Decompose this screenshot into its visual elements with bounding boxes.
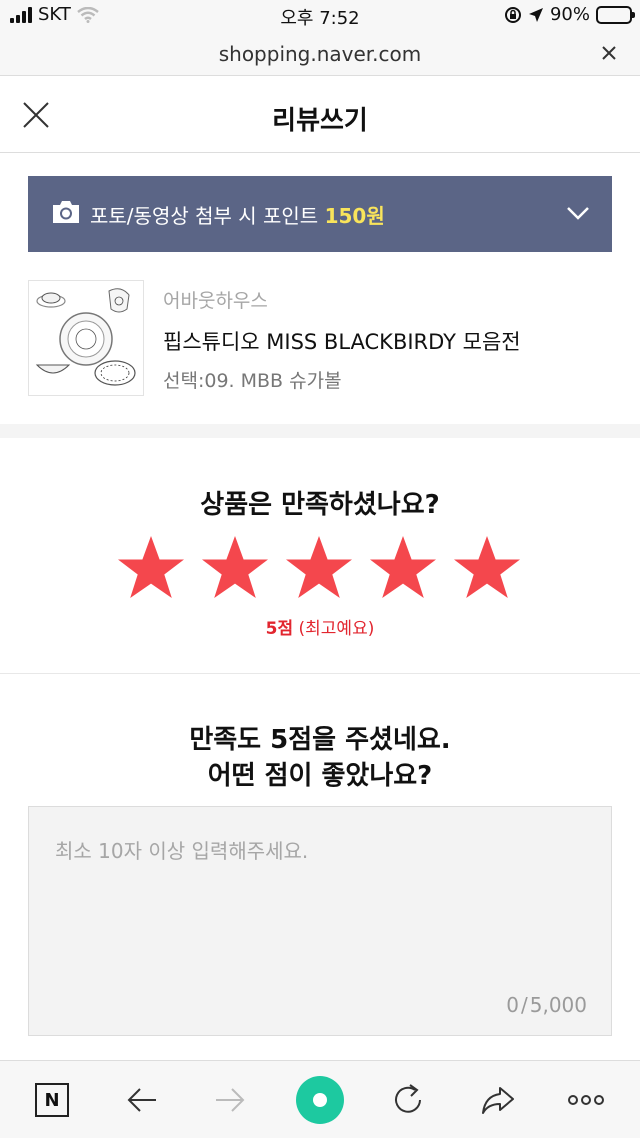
review-placeholder: 최소 10자 이상 입력해주세요. [55,839,309,863]
section-gap [0,424,640,438]
score-value: 5점 [265,619,294,639]
share-icon[interactable] [478,1080,518,1120]
page-header: 리뷰쓰기 [0,77,640,153]
rating-score: 5점 (최고예요) [0,614,640,639]
green-dot-button[interactable] [296,1076,344,1124]
char-count-current: 0 [506,993,519,1017]
divider [0,673,640,674]
banner-text: 포토/동영상 첨부 시 포인트 150원 [90,200,385,229]
product-brand: 어바웃하우스 [163,290,268,312]
star-icon-4[interactable] [368,534,438,604]
product-option: 선택:09. MBB 슈가볼 [163,370,342,392]
star-icon-2[interactable] [200,534,270,604]
review-question-line2: 어떤 점이 좋았나요? [207,761,433,791]
review-question-line1: 만족도 5점을 주셨네요. [189,725,451,755]
page-title: 리뷰쓰기 [272,106,368,136]
close-browser-icon[interactable] [598,42,620,64]
camera-icon [53,201,79,223]
banner-label: 포토/동영상 첨부 시 포인트 [90,204,319,228]
refresh-icon[interactable] [388,1080,428,1120]
rating-question: 상품은 만족하셨나요? [200,490,440,520]
star-icon-3[interactable] [284,534,354,604]
chevron-down-icon[interactable] [566,204,590,222]
review-question: 만족도 5점을 주셨네요. 어떤 점이 좋았나요? [0,722,640,794]
score-description: (최고예요) [298,619,375,639]
back-arrow-icon[interactable] [122,1080,162,1120]
battery-percent: 90% [549,4,590,25]
char-count-max: 5,000 [529,993,587,1017]
naver-home-button[interactable]: N [32,1080,72,1120]
naver-n-icon: N [35,1083,69,1117]
photo-point-banner[interactable]: 포토/동영상 첨부 시 포인트 150원 [28,176,612,252]
rotation-lock-icon [504,6,521,23]
star-icon-5[interactable] [452,534,522,604]
banner-points: 150원 [324,204,385,228]
product-name: 핍스튜디오 MISS BLACKBIRDY 모음전 [163,330,521,354]
status-right: 90% [504,4,635,25]
character-count: 0/5,000 [506,993,587,1017]
star-rating[interactable] [116,534,526,604]
product-thumbnail [28,280,144,396]
more-icon[interactable] [566,1080,606,1120]
forward-arrow-icon[interactable] [210,1080,250,1120]
star-icon-1[interactable] [116,534,186,604]
review-textarea[interactable]: 최소 10자 이상 입력해주세요. 0/5,000 [28,806,612,1036]
location-icon [528,7,543,22]
browser-url-bar: shopping.naver.com [0,32,640,76]
battery-icon [596,5,635,24]
status-bar: SKT 오후 7:52 90% [0,0,640,32]
url-text[interactable]: shopping.naver.com [0,42,640,66]
